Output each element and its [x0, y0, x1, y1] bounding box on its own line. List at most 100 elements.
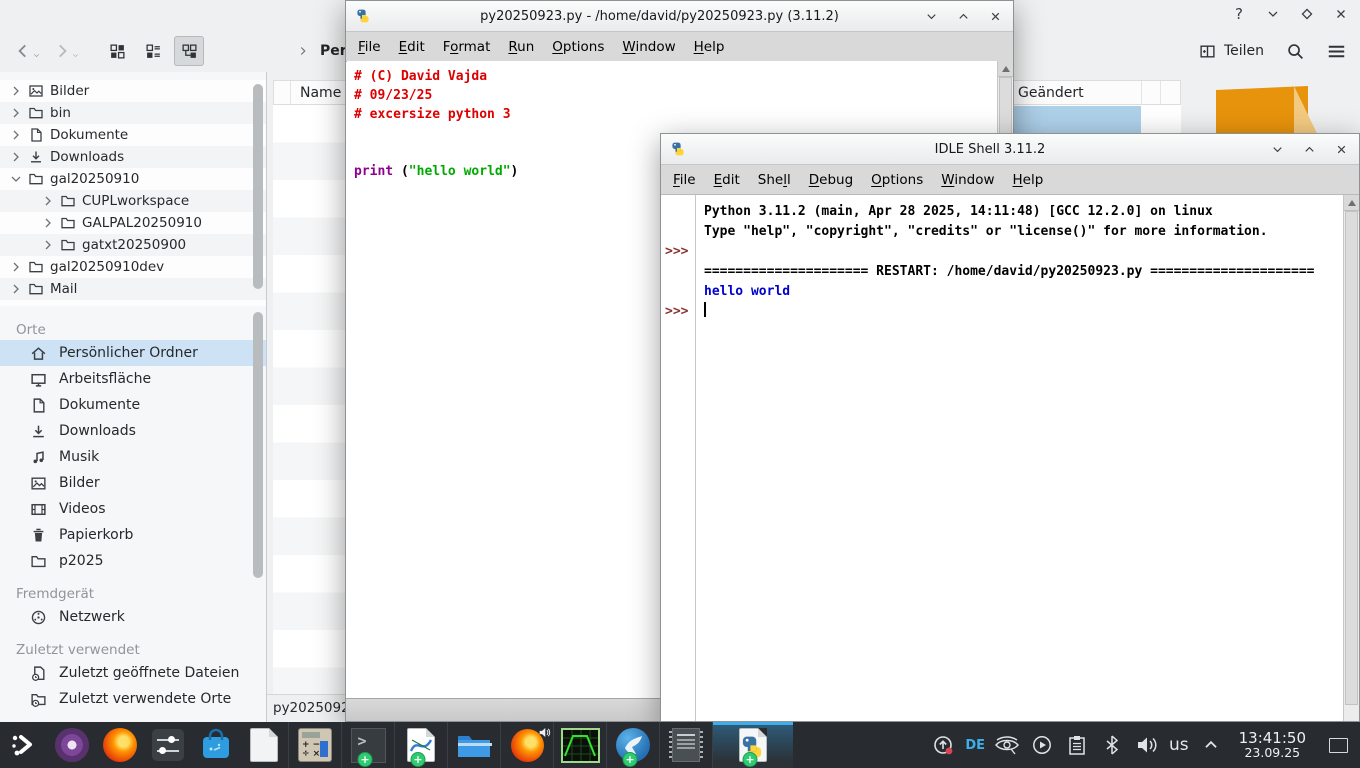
menu-window[interactable]: Window	[932, 168, 1003, 192]
oscilloscope-task[interactable]	[553, 722, 606, 768]
tree-view-button[interactable]	[174, 36, 204, 66]
details-view-button[interactable]	[138, 36, 168, 66]
firefox-audio-task[interactable]	[500, 722, 553, 768]
expand-icon[interactable]	[8, 281, 24, 297]
icons-view-button[interactable]	[102, 36, 132, 66]
place-item-downloads[interactable]: Downloads	[0, 418, 266, 444]
shell-text-area[interactable]: Python 3.11.2 (main, Apr 28 2025, 14:11:…	[662, 195, 1343, 721]
close-icon[interactable]	[988, 9, 1003, 24]
minimize-icon[interactable]	[1264, 5, 1282, 23]
menu-debug[interactable]: Debug	[800, 168, 862, 192]
menu-shell[interactable]: Shell	[749, 168, 800, 192]
tree-item-gatxt20250900[interactable]: gatxt20250900	[0, 234, 266, 256]
dolphin-task[interactable]	[447, 722, 500, 768]
scroll-up-arrow-icon[interactable]	[1344, 195, 1359, 211]
menu-edit[interactable]: Edit	[705, 168, 749, 192]
back-button[interactable]	[8, 38, 47, 64]
volume-icon[interactable]	[1134, 732, 1160, 758]
expand-icon[interactable]	[40, 193, 56, 209]
maximize-icon[interactable]	[956, 9, 971, 24]
search-icon[interactable]	[1286, 42, 1305, 61]
expand-icon[interactable]	[40, 237, 56, 253]
app-launcher-button[interactable]	[0, 722, 48, 768]
show-desktop-button[interactable]	[1329, 738, 1348, 753]
minimize-icon[interactable]	[924, 9, 939, 24]
column-header-modified[interactable]: Geändert	[1009, 81, 1142, 104]
menu-window[interactable]: Window	[613, 35, 684, 59]
places-scrollbar[interactable]	[253, 312, 263, 578]
tree-item-bilder[interactable]: Bilder	[0, 80, 266, 102]
python-idle-task[interactable]: +	[712, 722, 793, 768]
editor-titlebar[interactable]: py20250923.py - /home/david/py20250923.p…	[346, 1, 1013, 32]
calculator-task[interactable]: + −÷ ×	[288, 722, 341, 768]
close-icon[interactable]	[1334, 142, 1349, 157]
menu-options[interactable]: Options	[543, 35, 613, 59]
place-item-arbeitsfl-che[interactable]: Arbeitsfläche	[0, 366, 266, 392]
collapse-icon[interactable]	[8, 171, 24, 187]
tree-item-galpal20250910[interactable]: GALPAL20250910	[0, 212, 266, 234]
drawing-app-task[interactable]: +	[394, 722, 447, 768]
place-item-videos[interactable]: Videos	[0, 496, 266, 522]
tree-scrollbar[interactable]	[253, 84, 263, 289]
media-player-icon[interactable]	[1029, 732, 1055, 758]
place-item-dokumente[interactable]: Dokumente	[0, 392, 266, 418]
place-item-netzwerk[interactable]: Netzwerk	[0, 604, 266, 630]
place-item-zuletzt-verwendete-orte[interactable]: Zuletzt verwendete Orte	[0, 686, 266, 712]
menu-options[interactable]: Options	[862, 168, 932, 192]
shell-scrollbar[interactable]	[1343, 195, 1359, 721]
maximize-icon[interactable]	[1302, 142, 1317, 157]
tree-item-cuplworkspace[interactable]: CUPLworkspace	[0, 190, 266, 212]
chevron-up-icon[interactable]	[1198, 732, 1224, 758]
tree-item-dokumente[interactable]: Dokumente	[0, 124, 266, 146]
menu-help[interactable]: Help	[685, 35, 734, 59]
close-icon[interactable]	[1332, 5, 1350, 23]
place-item-p2025[interactable]: p2025	[0, 548, 266, 574]
menu-help[interactable]: Help	[1004, 168, 1053, 192]
bluetooth-icon[interactable]	[1099, 732, 1125, 758]
tree-item-mail[interactable]: Mail	[0, 278, 266, 300]
chip-tool-task[interactable]	[659, 722, 712, 768]
menu-format[interactable]: Format	[434, 35, 500, 59]
terminal-task[interactable]: > +	[341, 722, 394, 768]
expand-icon[interactable]	[8, 127, 24, 143]
place-item-bilder[interactable]: Bilder	[0, 470, 266, 496]
menu-file[interactable]: File	[664, 168, 705, 192]
place-item-pers-nlicher-ordner[interactable]: Persönlicher Ordner	[0, 340, 266, 366]
place-item-papierkorb[interactable]: Papierkorb	[0, 522, 266, 548]
system-settings-icon[interactable]	[144, 722, 192, 768]
menu-run[interactable]: Run	[499, 35, 543, 59]
header-cell-extra2[interactable]	[1161, 81, 1180, 104]
keyboard-layout-indicator[interactable]: DE	[965, 738, 985, 753]
forward-button[interactable]	[47, 38, 86, 64]
shell-titlebar[interactable]: IDLE Shell 3.11.2	[661, 134, 1359, 165]
eye-icon[interactable]	[994, 732, 1020, 758]
scroll-up-arrow-icon[interactable]	[998, 61, 1013, 77]
place-item-musik[interactable]: Musik	[0, 444, 266, 470]
help-icon[interactable]: ?	[1230, 5, 1248, 23]
firefox-icon[interactable]	[96, 722, 144, 768]
tree-item-gal20250910dev[interactable]: gal20250910dev	[0, 256, 266, 278]
place-item-zuletzt-ge-ffnete-dateien[interactable]: Zuletzt geöffnete Dateien	[0, 660, 266, 686]
menu-edit[interactable]: Edit	[390, 35, 434, 59]
clipboard-icon[interactable]	[1064, 732, 1090, 758]
hamburger-icon[interactable]	[1327, 42, 1346, 61]
scrollbar-thumb[interactable]	[1345, 211, 1358, 705]
minimize-icon[interactable]	[1270, 142, 1285, 157]
tree-item-gal20250910[interactable]: gal20250910	[0, 168, 266, 190]
keyboard-layout-indicator-2[interactable]: us	[1169, 735, 1189, 755]
split-view-button[interactable]: Teilen	[1199, 43, 1264, 60]
tree-item-bin[interactable]: bin	[0, 102, 266, 124]
clock-widget[interactable]: 13:41:50 23.09.25	[1233, 731, 1312, 760]
expand-icon[interactable]	[40, 215, 56, 231]
blue-app-task[interactable]: +	[606, 722, 659, 768]
tor-browser-icon[interactable]	[48, 722, 96, 768]
discover-icon[interactable]	[192, 722, 240, 768]
tree-item-downloads[interactable]: Downloads	[0, 146, 266, 168]
updates-icon[interactable]	[930, 732, 956, 758]
header-cell-extra1[interactable]	[1142, 81, 1161, 104]
expand-icon[interactable]	[8, 149, 24, 165]
document-icon[interactable]	[240, 722, 288, 768]
expand-icon[interactable]	[8, 259, 24, 275]
expand-icon[interactable]	[8, 105, 24, 121]
menu-file[interactable]: File	[349, 35, 390, 59]
